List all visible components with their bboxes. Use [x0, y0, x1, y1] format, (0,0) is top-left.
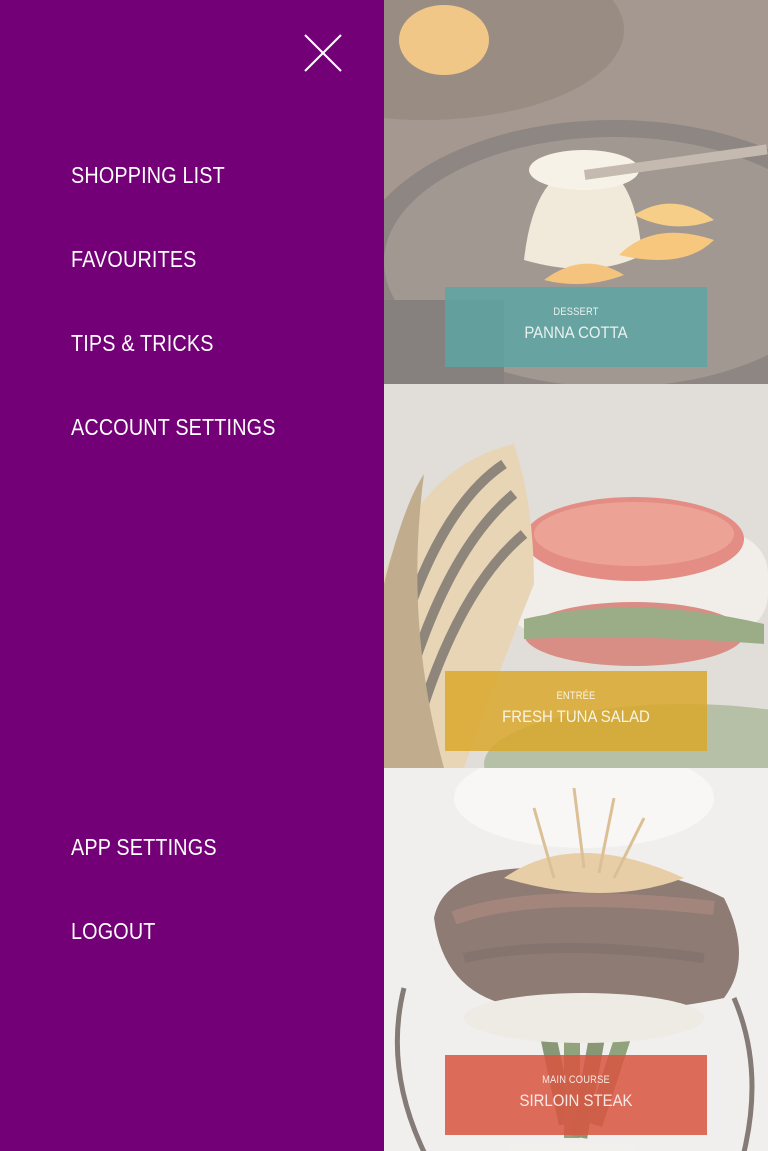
recipe-course: MAIN COURSE — [542, 1074, 610, 1086]
menu-item-app-settings[interactable]: APP SETTINGS — [71, 832, 217, 862]
recipe-label: DESSERT PANNA COTTA — [445, 287, 707, 367]
recipe-title: FRESH TUNA SALAD — [502, 707, 650, 726]
menu-item-shopping-list[interactable]: SHOPPING LIST — [71, 160, 225, 190]
recipe-card-tuna-salad[interactable]: ENTRÉE FRESH TUNA SALAD — [384, 384, 768, 768]
recipe-label: MAIN COURSE SIRLOIN STEAK — [445, 1055, 707, 1135]
recipe-title: PANNA COTTA — [524, 323, 628, 342]
recipe-card-sirloin-steak[interactable]: MAIN COURSE SIRLOIN STEAK — [384, 768, 768, 1151]
recipe-label: ENTRÉE FRESH TUNA SALAD — [445, 671, 707, 751]
menu-item-account-settings[interactable]: ACCOUNT SETTINGS — [71, 412, 276, 442]
menu-item-favourites[interactable]: FAVOURITES — [71, 244, 197, 274]
side-menu: SHOPPING LIST FAVOURITES TIPS & TRICKS A… — [0, 0, 384, 1151]
recipe-course: ENTRÉE — [556, 690, 596, 702]
app-screen: DESSERT PANNA COTTA ENTRÉE FRESH TUNA SA… — [0, 0, 768, 1151]
close-icon — [304, 34, 342, 72]
menu-item-tips-tricks[interactable]: TIPS & TRICKS — [71, 328, 214, 358]
recipe-title: SIRLOIN STEAK — [519, 1091, 633, 1110]
menu-item-logout[interactable]: LOGOUT — [71, 916, 156, 946]
recipe-card-panna-cotta[interactable]: DESSERT PANNA COTTA — [384, 0, 768, 384]
recipe-list: DESSERT PANNA COTTA ENTRÉE FRESH TUNA SA… — [384, 0, 768, 1151]
close-menu-button[interactable] — [300, 30, 346, 76]
recipe-course: DESSERT — [553, 306, 599, 318]
